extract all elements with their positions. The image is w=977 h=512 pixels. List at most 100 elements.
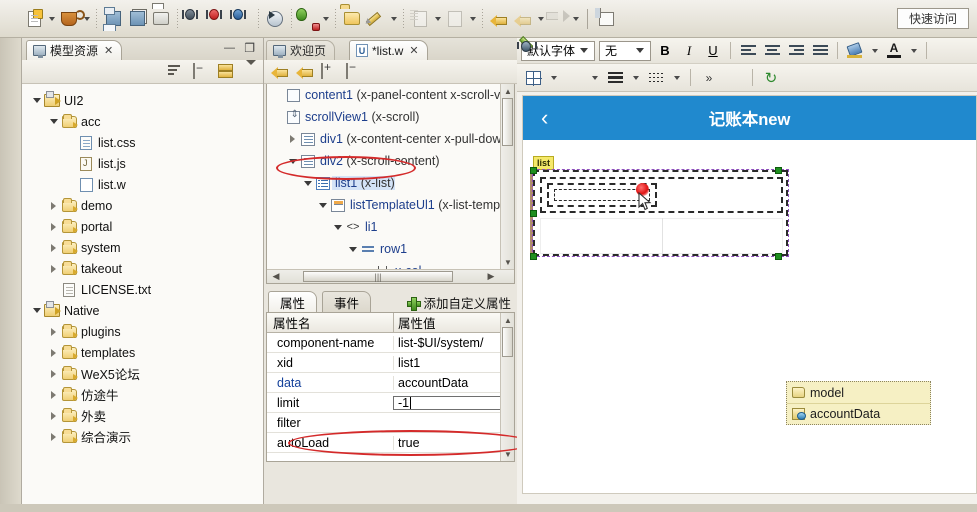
- refresh-button[interactable]: ↻: [761, 68, 781, 88]
- scroll-left-arrow[interactable]: ◀: [269, 271, 283, 283]
- properties-vertical-scrollbar[interactable]: ▲ ▼: [500, 313, 514, 461]
- tree-item-plugins[interactable]: plugins: [22, 321, 263, 342]
- collapse-arrow-icon[interactable]: [30, 98, 43, 103]
- back-gray-dropdown-arrow[interactable]: [535, 7, 546, 31]
- outline-item-scrollView1[interactable]: scrollView1 (x-scroll): [267, 106, 514, 128]
- align-justify-button[interactable]: [810, 41, 830, 61]
- scroll-up-arrow[interactable]: ▲: [503, 86, 513, 96]
- table-dropdown-arrow[interactable]: [548, 66, 559, 90]
- debug-config-button[interactable]: [230, 7, 254, 31]
- collapse-arrow-icon[interactable]: [316, 203, 329, 208]
- properties-vscroll-thumb[interactable]: [502, 327, 513, 357]
- outline-item-listTemplateUl1[interactable]: listTemplateUl1 (x-list-temp: [267, 194, 514, 216]
- expand-all-icon[interactable]: [321, 62, 338, 80]
- quick-access-field[interactable]: 快速访问: [897, 8, 969, 29]
- tree-item-list.w[interactable]: list.w: [22, 174, 263, 195]
- spider-button[interactable]: [724, 68, 744, 88]
- scroll-down-arrow[interactable]: ▼: [503, 257, 513, 267]
- outline-item-div1[interactable]: div1 (x-content-center x-pull-dow: [267, 128, 514, 150]
- save-all-button[interactable]: [125, 7, 149, 31]
- collapse-all-icon[interactable]: [346, 62, 363, 80]
- bold-button[interactable]: B: [655, 41, 675, 61]
- open-folder-button[interactable]: [340, 7, 364, 31]
- tab-events[interactable]: 事件: [322, 291, 372, 312]
- property-row-filter[interactable]: filter...: [267, 413, 514, 433]
- resize-handle-top-left[interactable]: [530, 167, 537, 174]
- property-row-xid[interactable]: xid list1: [267, 353, 514, 373]
- sort-icon[interactable]: [168, 64, 185, 80]
- outline-vscroll-thumb[interactable]: [502, 98, 513, 146]
- collapse-arrow-icon[interactable]: [286, 159, 299, 164]
- debug-button[interactable]: [182, 7, 206, 31]
- close-icon[interactable]: ✕: [409, 44, 418, 57]
- new-document-dropdown-arrow[interactable]: [46, 7, 57, 31]
- stop-debug-button[interactable]: [206, 7, 230, 31]
- view-menu-icon[interactable]: [245, 58, 257, 79]
- align-center-button[interactable]: [762, 41, 782, 61]
- outline-hscroll-thumb[interactable]: |||: [303, 271, 453, 282]
- outline-item-li1[interactable]: <> li1: [267, 216, 514, 238]
- property-row-data[interactable]: data accountData: [267, 373, 514, 393]
- tree-item-templates[interactable]: templates: [22, 342, 263, 363]
- expand-arrow-icon[interactable]: [47, 433, 60, 441]
- tree-item-list.css[interactable]: list.css: [22, 132, 263, 153]
- tab-properties[interactable]: 属性: [268, 291, 318, 312]
- collapse-arrow-icon[interactable]: [301, 181, 314, 186]
- outline-item-row1[interactable]: row1: [267, 238, 514, 260]
- collapse-all-icon[interactable]: [193, 62, 210, 80]
- model-node[interactable]: model: [787, 382, 930, 403]
- dotted-style-button[interactable]: [646, 68, 666, 88]
- property-row-autoLoad[interactable]: autoLoad true: [267, 433, 514, 453]
- property-value[interactable]: true: [393, 435, 514, 450]
- property-row-limit[interactable]: limit -1: [267, 393, 514, 413]
- component-outline-tree[interactable]: content1 (x-panel-content x-scroll-view s…: [266, 84, 515, 284]
- properties-table[interactable]: 属性名 属性值 component-name list-$UI/system/xi…: [266, 312, 515, 462]
- outline-item-content1[interactable]: content1 (x-panel-content x-scroll-view: [267, 84, 514, 106]
- chevron-left-icon[interactable]: ‹: [541, 107, 548, 129]
- tab-welcome-page[interactable]: 欢迎页: [266, 40, 336, 60]
- tree-item-list.js[interactable]: list.js: [22, 153, 263, 174]
- more-commands-button[interactable]: »: [699, 68, 719, 88]
- outline-vertical-scrollbar[interactable]: ▲ ▼: [500, 84, 514, 283]
- collapse-arrow-icon[interactable]: [346, 247, 359, 252]
- tab-model-resources[interactable]: 模型资源 ✕: [26, 40, 123, 60]
- align-right-button[interactable]: [786, 41, 806, 61]
- tree-item-仿途牛[interactable]: 仿途牛: [22, 384, 263, 405]
- property-value[interactable]: list-$UI/system/: [393, 335, 514, 350]
- scroll-up-arrow[interactable]: ▲: [503, 315, 513, 325]
- fill-color-dropdown-arrow[interactable]: [869, 39, 880, 63]
- expand-arrow-icon[interactable]: [286, 135, 299, 143]
- collapse-arrow-icon[interactable]: [331, 225, 344, 230]
- toolbar-new-document[interactable]: [22, 5, 57, 33]
- expand-arrow-icon[interactable]: [47, 244, 60, 252]
- insert-table-button[interactable]: [523, 68, 543, 88]
- expand-arrow-icon[interactable]: [47, 370, 60, 378]
- close-icon[interactable]: ✕: [104, 44, 113, 57]
- toolbar-pencil[interactable]: [364, 5, 399, 33]
- font-color-button[interactable]: A: [884, 41, 904, 61]
- toolbar-new-project[interactable]: [57, 5, 92, 33]
- line-style-button[interactable]: [605, 68, 625, 88]
- tree-item-Native[interactable]: Native: [22, 300, 263, 321]
- tree-item-外卖[interactable]: 外卖: [22, 405, 263, 426]
- tree-item-demo[interactable]: demo: [22, 195, 263, 216]
- model-tree-box[interactable]: model accountData: [786, 381, 931, 425]
- toolbar-debug-run[interactable]: [296, 5, 331, 33]
- fill-color-button[interactable]: [845, 41, 865, 61]
- border-pen-dropdown-arrow[interactable]: [589, 66, 600, 90]
- minimize-panel-button[interactable]: —: [224, 42, 235, 54]
- pencil-dropdown-arrow[interactable]: [388, 7, 399, 31]
- expand-arrow-icon[interactable]: [47, 202, 60, 210]
- property-row-component-name[interactable]: component-name list-$UI/system/: [267, 333, 514, 353]
- collapse-arrow-icon[interactable]: [47, 119, 60, 124]
- tree-item-LICENSE.txt[interactable]: LICENSE.txt: [22, 279, 263, 300]
- property-value[interactable]: -1: [393, 395, 514, 410]
- expand-arrow-icon[interactable]: [47, 349, 60, 357]
- expand-arrow-icon[interactable]: [47, 391, 60, 399]
- resize-handle-bottom-left[interactable]: [530, 253, 537, 260]
- resize-handle-bottom-right[interactable]: [775, 253, 782, 260]
- property-value[interactable]: accountData: [393, 375, 514, 390]
- toolbar-forward-gray[interactable]: [546, 5, 581, 33]
- back-icon[interactable]: [271, 64, 288, 80]
- tree-item-WeX5论坛[interactable]: WeX5论坛: [22, 363, 263, 384]
